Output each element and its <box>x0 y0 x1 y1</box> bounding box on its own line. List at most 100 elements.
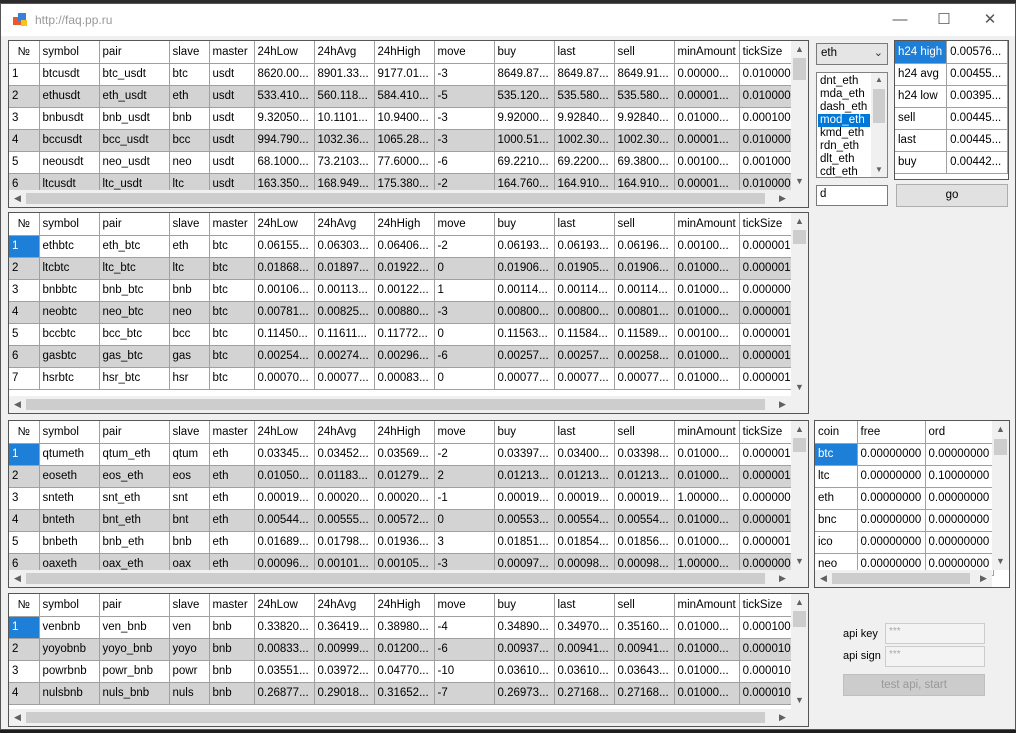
table-row[interactable]: 5 bnbeth bnb_eth bnb eth 0.01689... 0.01798...… <box>9 531 808 554</box>
table-row[interactable]: bnc 0.00000000 0.00000000 <box>815 509 994 532</box>
column-header[interactable]: № <box>9 594 40 617</box>
scroll-left-icon[interactable]: ◀ <box>9 190 26 207</box>
table-row[interactable]: 1 venbnb ven_bnb ven bnb 0.33820... 0.36419...… <box>9 616 808 639</box>
scroll-right-icon[interactable]: ▶ <box>774 709 791 726</box>
horizontal-scrollbar[interactable]: ◀ ▶ <box>815 570 992 587</box>
test-api-start-button[interactable]: test api, start <box>843 674 985 696</box>
scroll-up-icon[interactable]: ▲ <box>791 421 808 438</box>
table-row[interactable]: 3 bnbusdt bnb_usdt bnb usdt 9.32050... 10.1101… <box>9 107 808 130</box>
column-header[interactable]: sell <box>614 594 675 617</box>
column-header[interactable]: slave <box>169 594 210 617</box>
column-header[interactable]: move <box>434 421 495 444</box>
pair-list-item[interactable]: rdn_eth <box>818 140 870 153</box>
column-header[interactable]: 24hHigh <box>374 41 435 64</box>
pair-list-scrollbar[interactable]: ▲ ▼ <box>871 73 887 177</box>
scroll-thumb[interactable] <box>793 230 806 244</box>
column-header[interactable]: symbol <box>39 594 100 617</box>
scroll-up-icon[interactable]: ▲ <box>791 213 808 230</box>
balances-grid[interactable]: coin free ord btc 0.00000000 0.00000000 ltc 0.0… <box>814 420 1010 588</box>
pair-list-item[interactable]: cdt_eth <box>818 166 870 177</box>
column-header[interactable]: slave <box>169 213 210 236</box>
api-sign-field[interactable]: *** <box>885 646 985 667</box>
table-row[interactable]: 1 ethbtc eth_btc eth btc 0.06155... 0.06303...… <box>9 235 808 258</box>
column-header[interactable]: pair <box>99 213 170 236</box>
btc-pairs-grid[interactable]: № symbol pair slave master 24hLow 24hAvg 24hHig… <box>8 212 809 414</box>
scroll-right-icon[interactable]: ▶ <box>975 570 992 587</box>
scroll-up-icon[interactable]: ▲ <box>871 73 887 87</box>
column-header[interactable]: coin <box>815 421 858 444</box>
scroll-thumb[interactable] <box>873 89 885 123</box>
table-row[interactable]: 4 bnteth bnt_eth bnt eth 0.00544... 0.00555...… <box>9 509 808 532</box>
column-header[interactable]: № <box>9 421 40 444</box>
table-row[interactable]: 2 ltcbtc ltc_btc ltc btc 0.01868... 0.01897...… <box>9 257 808 280</box>
column-header[interactable]: 24hAvg <box>314 213 375 236</box>
column-header[interactable]: № <box>9 213 40 236</box>
table-row[interactable]: 1 qtumeth qtum_eth qtum eth 0.03345... 0.03452… <box>9 443 808 466</box>
column-header[interactable]: pair <box>99 41 170 64</box>
vertical-scrollbar[interactable]: ▲ ▼ <box>791 421 808 570</box>
vertical-scrollbar[interactable]: ▲ ▼ <box>791 41 808 190</box>
horizontal-scrollbar[interactable]: ◀ ▶ <box>9 570 791 587</box>
scroll-thumb[interactable] <box>26 399 765 410</box>
table-row[interactable]: 1 btcusdt btc_usdt btc usdt 8620.00... 8901.33… <box>9 63 808 86</box>
chevron-down-icon[interactable]: ⌄ <box>874 46 883 59</box>
pair-combo[interactable]: eth ⌄ <box>816 43 888 65</box>
bnb-pairs-grid[interactable]: № symbol pair slave master 24hLow 24hAvg 24hHig… <box>8 593 809 727</box>
table-row[interactable]: 4 neobtc neo_btc neo btc 0.00781... 0.00825...… <box>9 301 808 324</box>
pair-list-item[interactable]: dnt_eth <box>818 75 870 88</box>
table-row[interactable]: 7 hsrbtc hsr_btc hsr btc 0.00070... 0.00077...… <box>9 367 808 390</box>
table-row[interactable]: 2 yoyobnb yoyo_bnb yoyo bnb 0.00833... 0.00999… <box>9 638 808 661</box>
column-header[interactable]: pair <box>99 594 170 617</box>
column-header[interactable]: master <box>209 41 255 64</box>
column-header[interactable]: 24hHigh <box>374 213 435 236</box>
column-header[interactable]: slave <box>169 41 210 64</box>
vertical-scrollbar[interactable]: ▲ ▼ <box>791 594 808 709</box>
column-header[interactable]: sell <box>614 213 675 236</box>
scroll-left-icon[interactable]: ◀ <box>815 570 832 587</box>
horizontal-scrollbar[interactable]: ◀ ▶ <box>9 709 791 726</box>
scroll-thumb[interactable] <box>26 193 765 204</box>
pair-list-item[interactable]: mod_eth <box>818 114 870 127</box>
scroll-up-icon[interactable]: ▲ <box>791 41 808 58</box>
scroll-thumb[interactable] <box>26 573 765 584</box>
table-row[interactable]: 3 bnbbtc bnb_btc bnb btc 0.00106... 0.00113...… <box>9 279 808 302</box>
scroll-thumb[interactable] <box>793 58 806 80</box>
api-key-field[interactable]: *** <box>885 623 985 644</box>
scroll-left-icon[interactable]: ◀ <box>9 709 26 726</box>
column-header[interactable]: symbol <box>39 213 100 236</box>
column-header[interactable]: 24hHigh <box>374 421 435 444</box>
table-row[interactable]: 4 bccusdt bcc_usdt bcc usdt 994.790... 1032.36… <box>9 129 808 152</box>
table-row[interactable]: eth 0.00000000 0.00000000 <box>815 487 994 510</box>
scroll-down-icon[interactable]: ▼ <box>992 553 1009 570</box>
column-header[interactable]: pair <box>99 421 170 444</box>
scroll-right-icon[interactable]: ▶ <box>774 190 791 207</box>
column-header[interactable]: minAmount <box>674 41 740 64</box>
scroll-down-icon[interactable]: ▼ <box>791 379 808 396</box>
column-header[interactable]: 24hLow <box>254 41 315 64</box>
table-row[interactable]: ltc 0.00000000 0.10000000 <box>815 465 994 488</box>
horizontal-scrollbar[interactable]: ◀ ▶ <box>9 396 791 413</box>
maximize-button[interactable]: ☐ <box>921 4 967 36</box>
table-row[interactable]: 5 neousdt neo_usdt neo usdt 68.1000... 73.2103… <box>9 151 808 174</box>
column-header[interactable]: buy <box>494 41 555 64</box>
scroll-thumb[interactable] <box>832 573 970 584</box>
column-header[interactable]: minAmount <box>674 594 740 617</box>
scroll-down-icon[interactable]: ▼ <box>791 553 808 570</box>
column-header[interactable]: move <box>434 41 495 64</box>
column-header[interactable]: minAmount <box>674 421 740 444</box>
column-header[interactable]: 24hLow <box>254 213 315 236</box>
column-header[interactable]: sell <box>614 421 675 444</box>
table-row[interactable]: 2 ethusdt eth_usdt eth usdt 533.410... 560.118… <box>9 85 808 108</box>
table-row[interactable]: 4 nulsbnb nuls_bnb nuls bnb 0.26877... 0.29018… <box>9 682 808 705</box>
table-row[interactable]: 6 gasbtc gas_btc gas btc 0.00254... 0.00274...… <box>9 345 808 368</box>
horizontal-scrollbar[interactable]: ◀ ▶ <box>9 190 791 207</box>
column-header[interactable]: 24hAvg <box>314 421 375 444</box>
pair-list[interactable]: dnt_eth mda_eth dash_eth mod_eth kmd_eth rdn_… <box>816 72 888 178</box>
scroll-up-icon[interactable]: ▲ <box>992 421 1009 438</box>
go-button[interactable]: go <box>896 184 1008 207</box>
column-header[interactable]: master <box>209 213 255 236</box>
column-header[interactable]: master <box>209 594 255 617</box>
column-header[interactable]: last <box>554 421 615 444</box>
column-header[interactable]: symbol <box>39 41 100 64</box>
column-header[interactable]: 24hLow <box>254 421 315 444</box>
